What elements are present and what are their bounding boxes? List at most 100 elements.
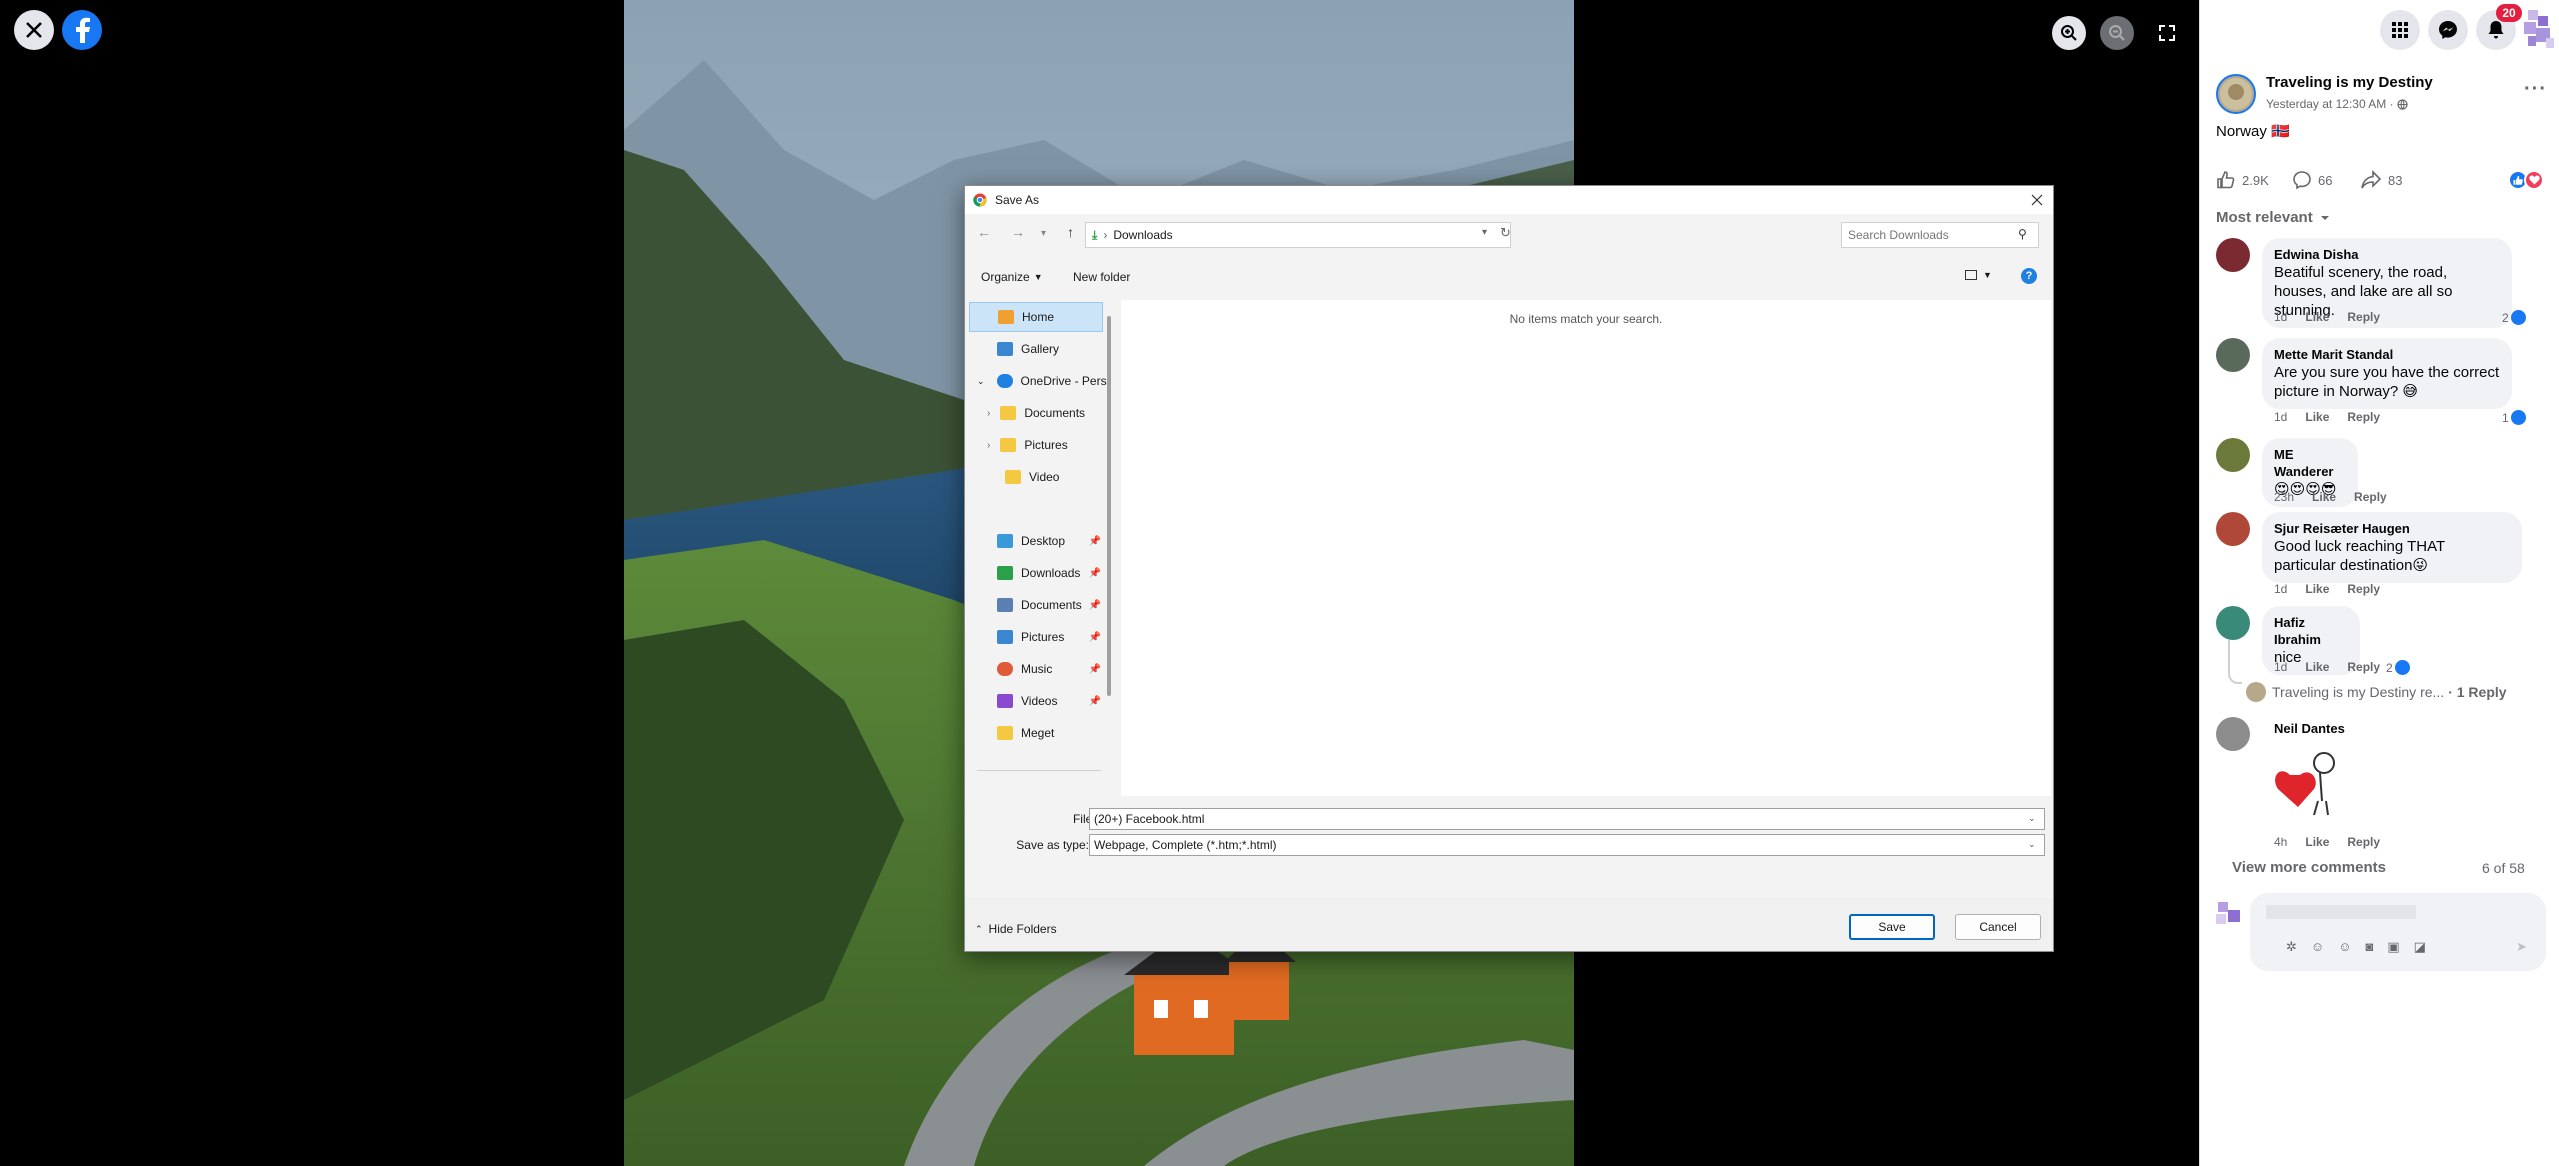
sidebar-item-pictures-onedrive[interactable]: › Pictures (967, 430, 1107, 460)
refresh-icon[interactable]: ↻ (1500, 225, 1511, 241)
commenter-avatar[interactable] (2216, 512, 2250, 546)
dialog-close-icon[interactable] (2031, 194, 2043, 206)
sidebar-item-home[interactable]: Home (969, 302, 1103, 332)
address-bar[interactable]: ⤓ › Downloads ▾ ↻ (1085, 222, 1511, 248)
forward-icon[interactable]: → (1011, 224, 1025, 240)
facebook-logo[interactable] (62, 10, 102, 50)
comment-like-button[interactable]: Like (2305, 660, 2329, 674)
commenter-name[interactable]: Neil Dantes (2274, 721, 2345, 736)
recent-locations-icon[interactable]: ▾ (1041, 228, 1046, 239)
comment-time[interactable]: 4h (2274, 835, 2287, 849)
sidebar-item-documents[interactable]: Documents 📌 (967, 590, 1107, 620)
comment-like-button[interactable]: Like (2305, 835, 2329, 849)
hide-folders-button[interactable]: ⌃ Hide Folders (975, 922, 1057, 936)
avatar-sticker-icon[interactable]: ✲ (2286, 939, 2297, 955)
comment-reply-button[interactable]: Reply (2347, 582, 2380, 596)
commenter-name[interactable]: Hafiz Ibrahim (2274, 614, 2348, 648)
comment-reply-button[interactable]: Reply (2347, 660, 2380, 674)
commenter-name[interactable]: ME Wanderer (2274, 446, 2346, 480)
comment-action[interactable]: 66 (2292, 170, 2332, 190)
chevron-down-icon[interactable]: ⌄ (2028, 813, 2036, 824)
gif-icon[interactable]: ▣ (2387, 939, 2399, 955)
page-name[interactable]: Traveling is my Destiny (2266, 74, 2433, 91)
sidebar-scrollbar[interactable] (1107, 316, 1111, 696)
comment-reactions[interactable]: 2 (2502, 310, 2526, 325)
address-path[interactable]: Downloads (1113, 228, 1172, 242)
new-folder-button[interactable]: New folder (1073, 270, 1130, 284)
file-list[interactable]: No items match your search. (1121, 300, 2051, 796)
sidebar-item-onedrive[interactable]: ⌄ OneDrive - Pers (967, 366, 1107, 396)
commenter-name[interactable]: Mette Marit Standal (2274, 346, 2500, 363)
fullscreen-button[interactable] (2150, 16, 2184, 50)
commenter-name[interactable]: Edwina Disha (2274, 246, 2500, 263)
cancel-button[interactable]: Cancel (1955, 914, 2041, 940)
commenter-avatar[interactable] (2216, 606, 2250, 640)
sidebar-item-downloads[interactable]: Downloads 📌 (967, 558, 1107, 588)
sticker-icon[interactable]: ◪ (2414, 939, 2426, 955)
comment-like-button[interactable]: Like (2305, 310, 2329, 324)
commenter-avatar[interactable] (2216, 438, 2250, 472)
sidebar-item-documents-onedrive[interactable]: › Documents (967, 398, 1107, 428)
up-icon[interactable]: ↑ (1067, 224, 1074, 240)
commenter-avatar[interactable] (2216, 238, 2250, 272)
address-dropdown-icon[interactable]: ▾ (1482, 227, 1487, 238)
comment-like-button[interactable]: Like (2305, 582, 2329, 596)
comment-reply-button[interactable]: Reply (2347, 310, 2380, 324)
page-avatar[interactable] (2216, 74, 2256, 114)
post-timestamp[interactable]: Yesterday at 12:30 AM · (2266, 97, 2408, 111)
comment-like-button[interactable]: Like (2312, 490, 2336, 504)
comment-item: ME Wanderer 😍😍😍😎 23h Like Reply (2216, 438, 2546, 507)
profile-avatar[interactable] (2522, 8, 2556, 52)
sort-comments-dropdown[interactable]: Most relevant (2216, 209, 2331, 226)
commenter-avatar[interactable] (2216, 338, 2250, 372)
comment-input[interactable]: ✲ ☺ ☺ ◙ ▣ ◪ ➤ (2250, 893, 2546, 971)
folder-icon (1005, 470, 1021, 484)
comment-like-button[interactable]: Like (2305, 410, 2329, 424)
comment-time[interactable]: 1d (2274, 310, 2287, 324)
view-options-button[interactable]: ▼ (1965, 270, 1992, 280)
messenger-button[interactable] (2428, 10, 2468, 50)
more-options-icon[interactable]: ··· (2524, 78, 2547, 101)
comment-reactions[interactable]: 1 (2502, 410, 2526, 425)
back-icon[interactable]: ← (977, 224, 991, 240)
share-action[interactable]: 83 (2360, 170, 2402, 190)
view-more-comments[interactable]: View more comments (2232, 859, 2386, 876)
sidebar-item-desktop[interactable]: Desktop 📌 (967, 526, 1107, 556)
chevron-down-icon[interactable]: ⌄ (2028, 839, 2036, 850)
comment-time[interactable]: 1d (2274, 660, 2287, 674)
sidebar-item-video-onedrive[interactable]: Video (967, 462, 1107, 492)
zoom-in-button[interactable] (2052, 16, 2086, 50)
comment-reply-button[interactable]: Reply (2347, 410, 2380, 424)
search-input[interactable]: Search Downloads ⚲ (1841, 222, 2039, 248)
sidebar-item-music[interactable]: Music 📌 (967, 654, 1107, 684)
like-count: 2.9K (2242, 172, 2269, 188)
sidebar-item-meget[interactable]: Meget (967, 718, 1107, 748)
send-icon[interactable]: ➤ (2516, 939, 2527, 955)
sidebar-item-pictures[interactable]: Pictures 📌 (967, 622, 1107, 652)
comment-time[interactable]: 1d (2274, 582, 2287, 596)
zoom-out-button[interactable] (2100, 16, 2134, 50)
camera-icon[interactable]: ◙ (2365, 939, 2373, 955)
close-viewer-button[interactable] (14, 10, 54, 50)
file-name-input[interactable]: (20+) Facebook.html ⌄ (1089, 808, 2045, 830)
menu-button[interactable] (2380, 10, 2420, 50)
sidebar-item-videos[interactable]: Videos 📌 (967, 686, 1107, 716)
comment-meta: 1d Like Reply (2274, 410, 2398, 424)
commenter-name[interactable]: Sjur Reisæter Haugen (2274, 520, 2510, 537)
organize-menu[interactable]: Organize ▼ (981, 270, 1043, 284)
comment-reactions[interactable]: 2 (2386, 660, 2410, 675)
reply-thread-link[interactable]: Traveling is my Destiny re... · 1 Reply (2246, 682, 2507, 702)
commenter-avatar[interactable] (2216, 717, 2250, 751)
like-action[interactable]: 2.9K (2216, 170, 2269, 190)
sidebar-item-gallery[interactable]: Gallery (967, 334, 1107, 364)
help-icon[interactable]: ? (2021, 268, 2037, 284)
save-type-select[interactable]: Webpage, Complete (*.htm;*.html) ⌄ (1089, 834, 2045, 856)
comment-reply-button[interactable]: Reply (2354, 490, 2387, 504)
emoji-face-icon[interactable]: ☺ (2338, 939, 2351, 955)
comment-time[interactable]: 1d (2274, 410, 2287, 424)
comment-reply-button[interactable]: Reply (2347, 835, 2380, 849)
save-button[interactable]: Save (1849, 914, 1935, 940)
emoji-icon[interactable]: ☺ (2311, 939, 2324, 955)
grid-menu-icon (2392, 22, 2408, 38)
comment-time[interactable]: 23h (2274, 490, 2294, 504)
